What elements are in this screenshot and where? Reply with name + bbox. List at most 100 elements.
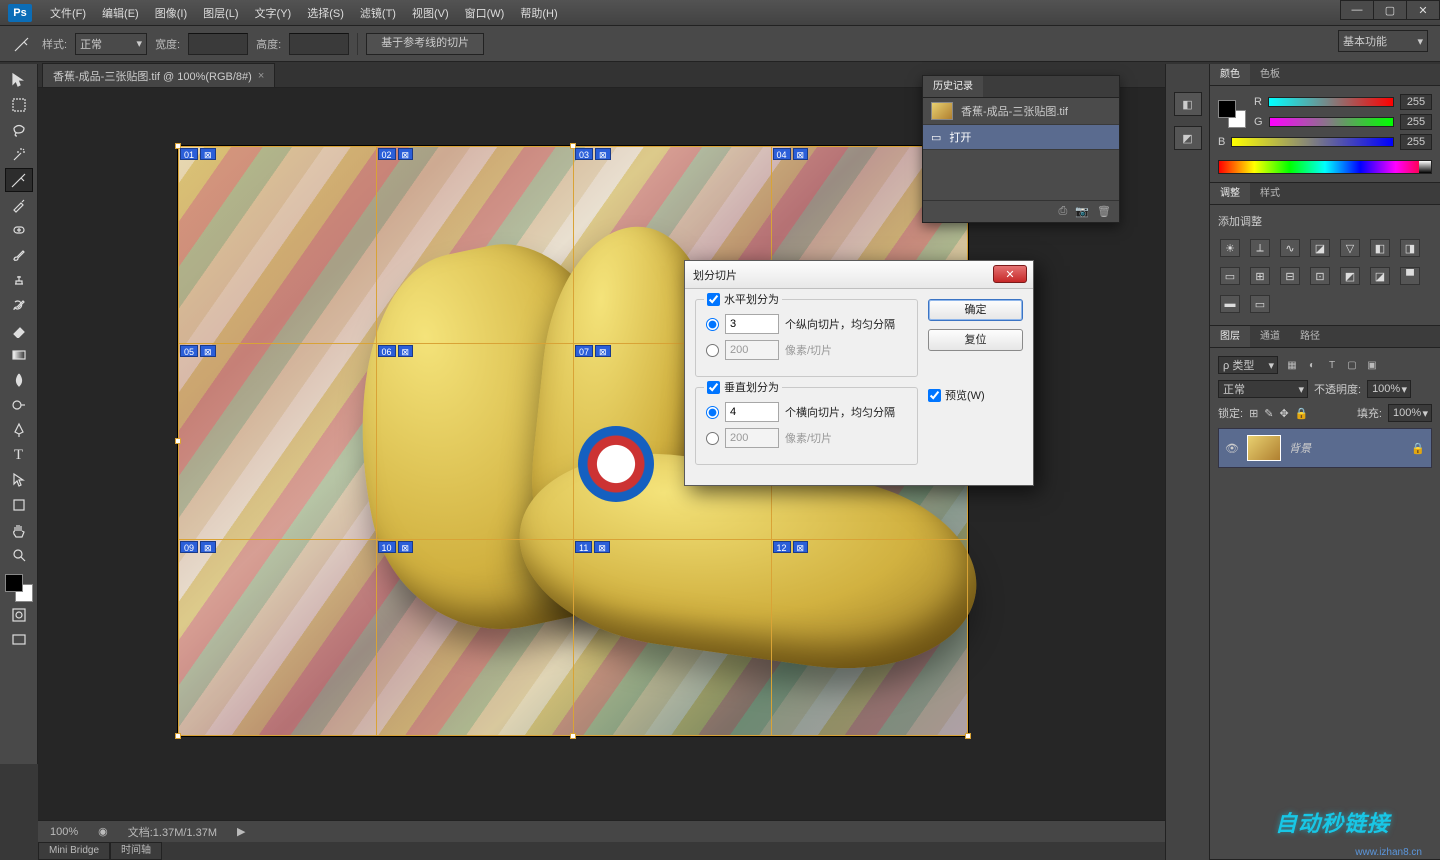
history-tab[interactable]: 历史记录 bbox=[923, 76, 983, 97]
slice-width-input[interactable] bbox=[188, 33, 248, 55]
r-value[interactable]: 255 bbox=[1400, 94, 1432, 110]
window-close[interactable]: ✕ bbox=[1406, 0, 1440, 20]
menu-view[interactable]: 视图(V) bbox=[404, 5, 457, 21]
status-arrow-icon[interactable]: ▶ bbox=[237, 825, 245, 838]
blur-tool[interactable] bbox=[5, 368, 33, 392]
marquee-tool[interactable] bbox=[5, 93, 33, 117]
slice-tool[interactable] bbox=[5, 168, 33, 192]
g-value[interactable]: 255 bbox=[1400, 114, 1432, 130]
brightness-icon[interactable]: ☀ bbox=[1220, 239, 1240, 257]
slice-badge[interactable]: 09⊠ bbox=[180, 541, 216, 553]
levels-icon[interactable]: ⟂ bbox=[1250, 239, 1270, 257]
channels-tab[interactable]: 通道 bbox=[1250, 326, 1290, 347]
filter-smart-icon[interactable]: ▣ bbox=[1364, 357, 1380, 373]
healing-brush-tool[interactable] bbox=[5, 218, 33, 242]
exposure-icon[interactable]: ◪ bbox=[1310, 239, 1330, 257]
dodge-tool[interactable] bbox=[5, 393, 33, 417]
type-tool[interactable]: T bbox=[5, 443, 33, 467]
filter-shape-icon[interactable]: ▢ bbox=[1344, 357, 1360, 373]
menu-help[interactable]: 帮助(H) bbox=[512, 5, 565, 21]
eraser-tool[interactable] bbox=[5, 318, 33, 342]
document-tab-close[interactable]: × bbox=[258, 70, 264, 82]
menu-type[interactable]: 文字(Y) bbox=[247, 5, 300, 21]
hue-icon[interactable]: ◧ bbox=[1370, 239, 1390, 257]
lock-all-icon[interactable]: 🔒 bbox=[1295, 407, 1309, 420]
more-icon[interactable]: ▭ bbox=[1250, 295, 1270, 313]
preview-check[interactable] bbox=[928, 389, 941, 402]
color-swatches[interactable] bbox=[5, 574, 33, 602]
move-tool[interactable] bbox=[5, 68, 33, 92]
brush-tool[interactable] bbox=[5, 243, 33, 267]
eyedropper-tool[interactable] bbox=[5, 193, 33, 217]
r-slider[interactable] bbox=[1268, 97, 1394, 107]
window-minimize[interactable]: — bbox=[1340, 0, 1374, 20]
trash-icon[interactable]: 🗑 bbox=[1097, 205, 1111, 218]
b-slider[interactable] bbox=[1231, 137, 1394, 147]
v-px-radio[interactable] bbox=[706, 432, 719, 445]
snapshot-icon[interactable]: 📷 bbox=[1075, 205, 1089, 218]
blend-mode-select[interactable]: 正常 bbox=[1218, 380, 1308, 398]
channel-mixer-icon[interactable]: ⊞ bbox=[1250, 267, 1270, 285]
history-panel[interactable]: 历史记录 香蕉-成品-三张贴图.tif ▭ 打开 ⎙ 📷 🗑 bbox=[922, 75, 1120, 223]
ok-button[interactable]: 确定 bbox=[928, 299, 1023, 321]
timeline-tab[interactable]: 时间轴 bbox=[110, 842, 162, 860]
divide-slice-dialog[interactable]: 划分切片 ✕ 水平划分为 个纵向切片，均匀分隔 像素/切片 垂直划分为 bbox=[684, 260, 1034, 486]
slice-tool-icon[interactable] bbox=[10, 32, 34, 56]
clone-stamp-tool[interactable] bbox=[5, 268, 33, 292]
panel-color-swatch[interactable] bbox=[1218, 100, 1246, 128]
color-lookup-icon[interactable]: ⊟ bbox=[1280, 267, 1300, 285]
dialog-close-button[interactable]: ✕ bbox=[993, 265, 1027, 283]
layer-filter-type[interactable]: ρ 类型 bbox=[1218, 356, 1278, 374]
history-state-open[interactable]: ▭ 打开 bbox=[923, 125, 1119, 150]
dialog-title-bar[interactable]: 划分切片 ✕ bbox=[685, 261, 1033, 289]
lock-pos-icon[interactable]: ✥ bbox=[1280, 407, 1289, 420]
filter-pixel-icon[interactable]: ▦ bbox=[1284, 357, 1300, 373]
h-px-radio[interactable] bbox=[706, 344, 719, 357]
slice-badge[interactable]: 07⊠ bbox=[575, 345, 611, 357]
opacity-value[interactable]: 100% bbox=[1367, 380, 1411, 398]
slice-badge[interactable]: 04⊠ bbox=[773, 148, 809, 160]
visibility-icon[interactable]: 👁 bbox=[1225, 442, 1239, 455]
magic-wand-tool[interactable] bbox=[5, 143, 33, 167]
menu-filter[interactable]: 滤镜(T) bbox=[352, 5, 404, 21]
menu-layer[interactable]: 图层(L) bbox=[195, 5, 246, 21]
dock-icon-2[interactable]: ◩ bbox=[1174, 126, 1202, 150]
photo-filter-icon[interactable]: ▭ bbox=[1220, 267, 1240, 285]
adjustments-tab[interactable]: 调整 bbox=[1210, 183, 1250, 204]
selective-color-icon[interactable]: ▬ bbox=[1220, 295, 1240, 313]
styles-tab[interactable]: 样式 bbox=[1250, 183, 1290, 204]
lasso-tool[interactable] bbox=[5, 118, 33, 142]
spectrum-ramp[interactable] bbox=[1218, 160, 1432, 174]
hand-tool[interactable] bbox=[5, 518, 33, 542]
zoom-tool[interactable] bbox=[5, 543, 33, 567]
color-tab[interactable]: 颜色 bbox=[1210, 64, 1250, 85]
h-count-radio[interactable] bbox=[706, 318, 719, 331]
slice-badge[interactable]: 11⊠ bbox=[575, 541, 610, 553]
fill-value[interactable]: 100% bbox=[1388, 404, 1432, 422]
pen-tool[interactable] bbox=[5, 418, 33, 442]
posterize-icon[interactable]: ◩ bbox=[1340, 267, 1360, 285]
filter-adjust-icon[interactable]: ◐ bbox=[1304, 357, 1320, 373]
slice-from-guides-button[interactable]: 基于参考线的切片 bbox=[366, 33, 484, 55]
zoom-level[interactable]: 100% bbox=[50, 826, 78, 838]
slice-height-input[interactable] bbox=[289, 33, 349, 55]
status-gear-icon[interactable]: ◉ bbox=[98, 825, 108, 838]
dock-icon-1[interactable]: ◧ bbox=[1174, 92, 1202, 116]
invert-icon[interactable]: ⊡ bbox=[1310, 267, 1330, 285]
quick-mask-toggle[interactable] bbox=[5, 603, 33, 627]
menu-file[interactable]: 文件(F) bbox=[42, 5, 94, 21]
minibridge-tab[interactable]: Mini Bridge bbox=[38, 842, 110, 860]
history-brush-tool[interactable] bbox=[5, 293, 33, 317]
create-document-icon[interactable]: ⎙ bbox=[1059, 205, 1068, 218]
bw-icon[interactable]: ◨ bbox=[1400, 239, 1420, 257]
gradient-tool[interactable] bbox=[5, 343, 33, 367]
slice-badge[interactable]: 02⊠ bbox=[378, 148, 414, 160]
horizontal-enable-check[interactable] bbox=[707, 293, 720, 306]
g-slider[interactable] bbox=[1269, 117, 1394, 127]
screen-mode-toggle[interactable] bbox=[5, 628, 33, 652]
lock-paint-icon[interactable]: ✎ bbox=[1264, 407, 1273, 420]
slice-style-select[interactable]: 正常 bbox=[75, 33, 147, 55]
layer-background[interactable]: 👁 背景 🔒 bbox=[1218, 428, 1432, 468]
menu-edit[interactable]: 编辑(E) bbox=[94, 5, 147, 21]
gradient-map-icon[interactable]: ▀ bbox=[1400, 267, 1420, 285]
